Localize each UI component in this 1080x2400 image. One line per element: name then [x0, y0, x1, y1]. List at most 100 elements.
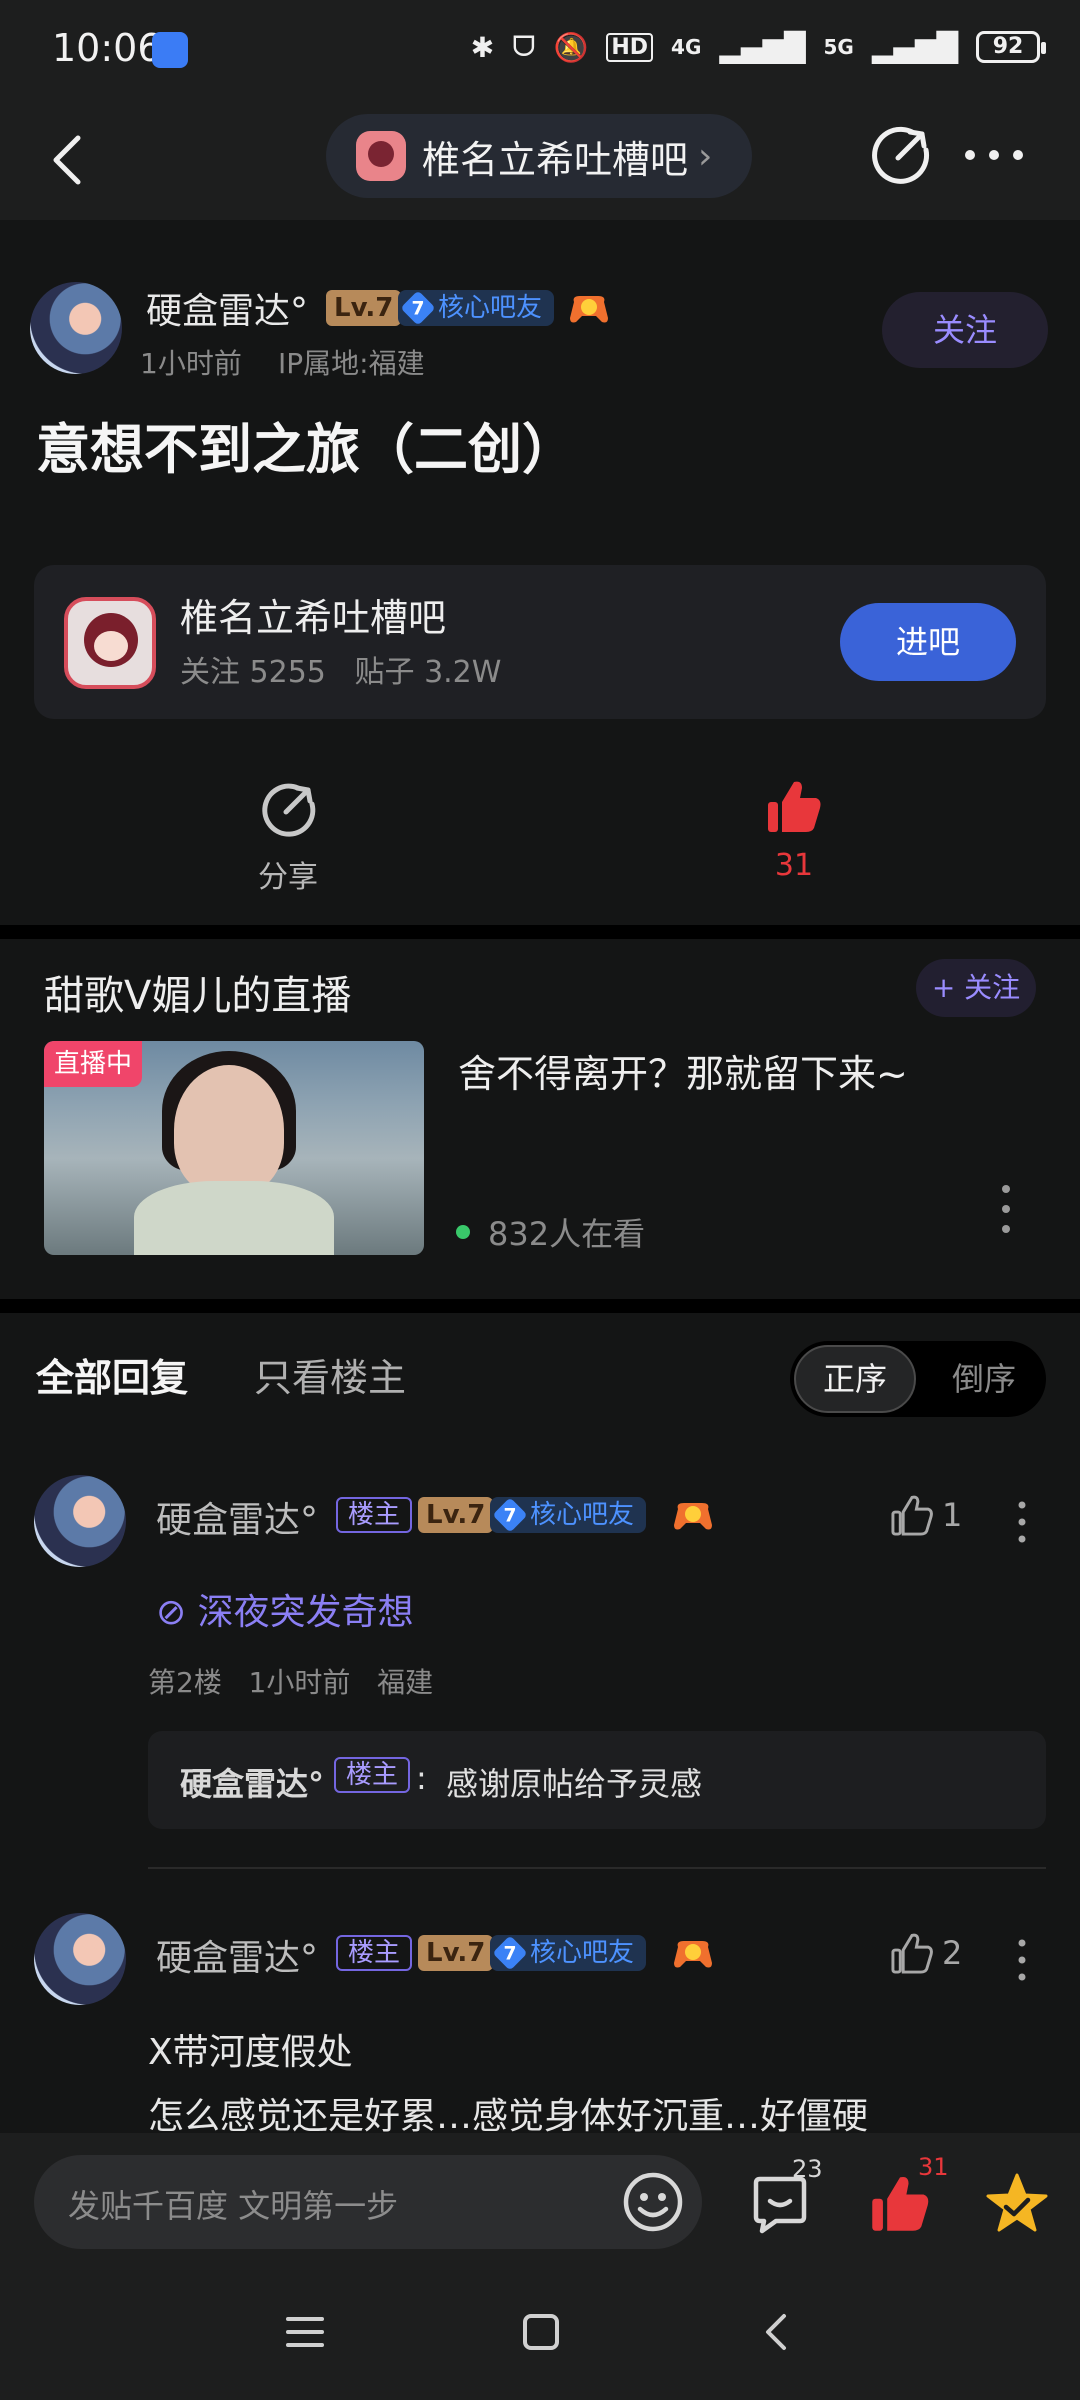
status-icons: ✱ ᗜ 🔕 HD 4G ▂▄▆█ 5G ▂▄▆█ 92 [470, 30, 1046, 64]
title-bar: 椎名立希吐槽吧 › [0, 100, 1080, 220]
network-label-5g: 5G [823, 35, 854, 59]
chevron-right-icon: › [698, 135, 713, 177]
level-badge: Lv.7 [418, 1497, 494, 1533]
author-avatar[interactable] [30, 282, 122, 374]
status-bar: 10:06 ✱ ᗜ 🔕 HD 4G ▂▄▆█ 5G ▂▄▆█ 92 [0, 0, 1080, 100]
reply-like-button[interactable]: 2 [890, 1931, 962, 1975]
vertical-dots-icon[interactable] [1012, 1497, 1032, 1547]
post-time: 1小时前 [140, 347, 242, 380]
owner-badge: 楼主 [336, 1935, 413, 1971]
forum-stats: 关注 5255 贴子 3.2W [180, 655, 502, 690]
thumbs-up-outline-icon [891, 1933, 933, 1974]
hd-icon: HD [606, 32, 654, 62]
reply-like-count: 1 [942, 1496, 963, 1534]
core-member-badge: 7 核心吧友 [490, 1935, 647, 1971]
enter-forum-button[interactable]: 进吧 [840, 603, 1016, 681]
reply-floor: 第2楼 [148, 1666, 222, 1699]
vertical-dots-icon[interactable] [996, 1179, 1016, 1239]
reply-author[interactable]: 硬盒雷达° [156, 1491, 318, 1543]
comment-count: 23 [792, 2155, 823, 2183]
reply-time: 1小时前 [248, 1666, 351, 1699]
live-thumbnail[interactable]: 直播中 [44, 1041, 424, 1255]
signal-icon: ▂▄▆█ [719, 30, 806, 64]
share-icon[interactable] [868, 124, 932, 188]
reply-text-line-2: 怎么感觉还是好累…感觉身体好沉重…好僵硬 [148, 2096, 869, 2137]
notification-app-icon [152, 32, 188, 68]
tab-all-replies[interactable]: 全部回复 [36, 1347, 188, 1402]
bottom-comment-bar: 发贴千百度 文明第一步 23 31 [0, 2133, 1080, 2273]
core-member-badge: 7 核心吧友 [490, 1497, 647, 1533]
bottom-like-count: 31 [918, 2153, 949, 2181]
post-ip: IP属地:福建 [278, 347, 425, 380]
reply-avatar[interactable] [34, 1475, 126, 1567]
owner-badge: 楼主 [334, 1757, 411, 1793]
live-badge: 直播中 [44, 1041, 143, 1087]
link-icon: ⊘ [156, 1592, 187, 1633]
reply-link[interactable]: ⊘ 深夜突发奇想 [156, 1583, 414, 1635]
online-dot-icon [456, 1225, 470, 1239]
network-label-4g: 4G [671, 35, 702, 59]
star-favorite-icon[interactable] [984, 2171, 1050, 2237]
reply-location: 福建 [377, 1666, 434, 1699]
diamond-icon: 7 [400, 290, 436, 326]
battery-icon: 92 [976, 31, 1046, 63]
earbuds-icon: ᗜ [512, 30, 536, 63]
post-title: 意想不到之旅（二创） [36, 418, 576, 481]
thumbs-up-outline-icon [891, 1495, 933, 1536]
tab-owner-only[interactable]: 只看楼主 [254, 1347, 406, 1402]
section-separator [0, 925, 1080, 939]
level-badge: Lv.7 [418, 1935, 494, 1971]
share-action[interactable]: 分享 [208, 780, 368, 896]
forum-avatar-icon [356, 131, 406, 181]
forum-pill-name: 椎名立希吐槽吧 [422, 137, 689, 182]
mute-icon: 🔕 [553, 30, 589, 64]
vertical-dots-icon[interactable] [1012, 1935, 1032, 1985]
forum-pill[interactable]: 椎名立希吐槽吧 › [326, 114, 752, 198]
more-options-icon[interactable] [962, 140, 1026, 170]
share-icon [262, 783, 316, 837]
live-viewers: 832人在看 [488, 1215, 646, 1253]
sort-asc-button[interactable]: 正序 [794, 1345, 916, 1413]
replies-section: 全部回复 只看楼主 正序 倒序 硬盒雷达° 楼主 Lv.7 7 核心吧友 1 ⊘… [0, 1313, 1080, 2137]
gamepad-badge-icon [674, 1941, 712, 1968]
forum-card[interactable]: 椎名立希吐槽吧 关注 5255 贴子 3.2W 进吧 [34, 565, 1046, 719]
reply-meta: 第2楼 1小时前 福建 [148, 1661, 433, 1701]
level-badge: Lv.7 [326, 290, 402, 326]
gamepad-badge-icon [674, 1503, 712, 1530]
forum-posts: 3.2W [424, 655, 502, 690]
live-follow-button[interactable]: + 关注 [916, 959, 1036, 1017]
thumbs-up-icon [768, 781, 821, 832]
live-description: 舍不得离开？那就留下来~ [458, 1052, 908, 1096]
sub-reply-box[interactable]: 硬盒雷达° 楼主 : 感谢原帖给予灵感 [148, 1731, 1046, 1829]
menu-icon[interactable] [284, 2311, 326, 2353]
owner-badge: 楼主 [336, 1497, 413, 1533]
bluetooth-icon: ✱ [470, 30, 495, 64]
emoji-icon[interactable] [618, 2167, 688, 2237]
core-member-badge: 7 核心吧友 [398, 290, 555, 326]
like-count: 31 [774, 848, 814, 883]
reply-text-line-1: X带河度假处 [148, 2032, 353, 2073]
system-nav-bar [0, 2273, 1080, 2400]
back-arrow-icon[interactable] [40, 128, 100, 192]
reply-like-button[interactable]: 1 [890, 1493, 962, 1537]
reply-like-count: 2 [942, 1934, 963, 1972]
like-action[interactable]: 31 [714, 776, 874, 883]
back-nav-icon[interactable] [756, 2311, 798, 2353]
status-time: 10:06 [52, 26, 162, 70]
diamond-icon: 7 [492, 1935, 528, 1971]
sort-toggle[interactable]: 正序 倒序 [790, 1341, 1046, 1417]
follow-button[interactable]: 关注 [882, 292, 1048, 368]
sort-desc-button[interactable]: 倒序 [926, 1345, 1042, 1413]
home-icon[interactable] [520, 2311, 562, 2353]
forum-card-name: 椎名立希吐槽吧 [180, 596, 447, 640]
forum-icon [64, 597, 156, 689]
reply-author[interactable]: 硬盒雷达° [156, 1929, 318, 1981]
author-name[interactable]: 硬盒雷达° [146, 282, 308, 334]
forum-followers: 5255 [249, 655, 326, 690]
post-card: 硬盒雷达° Lv.7 7 核心吧友 1小时前 IP属地:福建 关注 意想不到之旅… [0, 220, 1080, 925]
live-card[interactable]: 甜歌V媚儿的直播 + 关注 直播中 舍不得离开？那就留下来~ 832人在看 [0, 939, 1080, 1299]
reply-avatar[interactable] [34, 1913, 126, 2005]
sub-reply-author: 硬盒雷达° [180, 1765, 325, 1803]
comment-input[interactable]: 发贴千百度 文明第一步 [34, 2155, 702, 2249]
live-title: 甜歌V媚儿的直播 [44, 973, 352, 1019]
